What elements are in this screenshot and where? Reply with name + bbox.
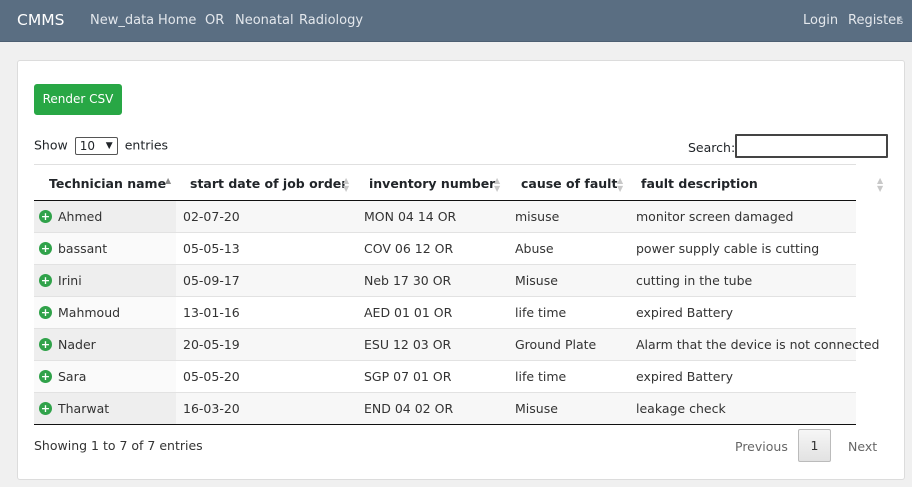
- table-cell: 05-05-20: [183, 369, 240, 384]
- table-cell: cutting in the tube: [636, 273, 753, 288]
- table-info: Showing 1 to 7 of 7 entries: [34, 438, 203, 453]
- column-header-label: start date of job order: [190, 176, 348, 191]
- table-cell: + Sara: [34, 361, 176, 392]
- table-cell: AED 01 01 OR: [364, 305, 453, 320]
- page-1-button[interactable]: 1: [798, 429, 831, 462]
- table-cell: life time: [515, 305, 567, 320]
- table-cell: COV 06 12 OR: [364, 241, 454, 256]
- table-row[interactable]: + bassant 05-05-13 COV 06 12 OR Abuse power s…: [34, 233, 856, 265]
- table-cell: life time: [515, 369, 567, 384]
- table-row[interactable]: + Sara 05-05-20 SGP 07 01 OR life time expire…: [34, 361, 856, 393]
- table-cell: Misuse: [515, 401, 558, 416]
- render-csv-button[interactable]: Render CSV: [34, 84, 122, 115]
- table-row[interactable]: + Tharwat 16-03-20 END 04 02 OR Misuse leakag…: [34, 393, 856, 425]
- brand-link[interactable]: CMMS: [17, 11, 64, 29]
- sort-both-icon: ▲ ▼: [494, 176, 501, 193]
- table-header: Technician name ▲ start date of job orde…: [34, 164, 883, 201]
- truncated-nav-text: s: [898, 16, 904, 27]
- entries-per-page-select[interactable]: 10 ▼: [74, 137, 118, 155]
- chevron-down-icon: ▼: [105, 141, 113, 151]
- expand-row-icon[interactable]: +: [39, 370, 52, 383]
- table-cell: 13-01-16: [183, 305, 240, 320]
- search-label: Search:: [688, 140, 736, 155]
- table-row[interactable]: + Mahmoud 13-01-16 AED 01 01 OR life time exp…: [34, 297, 856, 329]
- data-table: Technician name ▲ start date of job orde…: [34, 164, 883, 425]
- table-cell: 05-05-13: [183, 241, 240, 256]
- column-header-technician[interactable]: Technician name: [49, 165, 166, 201]
- table-body: + Ahmed 02-07-20 MON 04 14 OR misuse monitor …: [34, 201, 880, 425]
- search-input[interactable]: [735, 134, 888, 158]
- table-cell: 16-03-20: [183, 401, 240, 416]
- technician-name: Mahmoud: [58, 305, 121, 320]
- table-cell: + Irini: [34, 265, 176, 296]
- table-cell: ESU 12 03 OR: [364, 337, 452, 352]
- column-header-cause-of-fault[interactable]: cause of fault: [521, 165, 617, 201]
- column-header-inventory-number[interactable]: inventory number: [369, 165, 495, 201]
- expand-row-icon[interactable]: +: [39, 274, 52, 287]
- column-header-label: fault description: [641, 176, 758, 191]
- table-cell: Alarm that the device is not connected: [636, 337, 880, 352]
- technician-name: Ahmed: [58, 209, 103, 224]
- technician-name: bassant: [58, 241, 108, 256]
- sort-both-icon: ▲ ▼: [877, 176, 884, 193]
- column-header-label: Technician name: [49, 176, 167, 191]
- entries-per-page-value: 10: [79, 139, 95, 153]
- length-show-label: Show: [34, 137, 68, 153]
- sort-ascending-icon: ▲: [165, 176, 172, 185]
- expand-row-icon[interactable]: +: [39, 242, 52, 255]
- length-menu: Show 10 ▼ entries: [34, 137, 168, 155]
- table-cell: Ground Plate: [515, 337, 597, 352]
- nav-link-radiology[interactable]: Radiology: [299, 13, 363, 28]
- table-cell: misuse: [515, 209, 560, 224]
- table-cell: 02-07-20: [183, 209, 240, 224]
- expand-row-icon[interactable]: +: [39, 338, 52, 351]
- table-row[interactable]: + Nader 20-05-19 ESU 12 03 OR Ground Plate Al…: [34, 329, 880, 361]
- technician-name: Irini: [58, 273, 82, 288]
- table-cell: + bassant: [34, 233, 176, 264]
- table-cell: SGP 07 01 OR: [364, 369, 452, 384]
- expand-row-icon[interactable]: +: [39, 306, 52, 319]
- nav-link-neonatal[interactable]: Neonatal: [235, 13, 294, 28]
- table-cell: + Mahmoud: [34, 297, 176, 328]
- table-cell: power supply cable is cutting: [636, 241, 820, 256]
- column-header-start-date[interactable]: start date of job order: [190, 165, 347, 201]
- technician-name: Sara: [58, 369, 87, 384]
- nav-link-home[interactable]: Home: [158, 13, 196, 28]
- sort-both-icon: ▲ ▼: [343, 176, 350, 193]
- table-cell: monitor screen damaged: [636, 209, 794, 224]
- table-cell: expired Battery: [636, 369, 734, 384]
- nav-link-or[interactable]: OR: [205, 13, 224, 28]
- table-cell: Abuse: [515, 241, 554, 256]
- next-page-button[interactable]: Next: [848, 439, 877, 454]
- navbar: CMMS New_data Home OR Neonatal Radiology…: [0, 0, 912, 42]
- sort-both-icon: ▲ ▼: [617, 176, 624, 193]
- table-cell: 05-09-17: [183, 273, 240, 288]
- table-row[interactable]: + Irini 05-09-17 Neb 17 30 OR Misuse cutting …: [34, 265, 856, 297]
- table-cell: expired Battery: [636, 305, 734, 320]
- length-entries-label: entries: [124, 137, 169, 153]
- column-header-fault-description[interactable]: fault description: [641, 165, 758, 201]
- technician-name: Nader: [58, 337, 96, 352]
- table-cell: Neb 17 30 OR: [364, 273, 452, 288]
- register-link[interactable]: Register: [848, 13, 902, 28]
- content-card: Render CSV Show 10 ▼ entries Search: Tec…: [17, 60, 905, 480]
- table-cell: END 04 02 OR: [364, 401, 454, 416]
- previous-page-button[interactable]: Previous: [735, 439, 788, 454]
- expand-row-icon[interactable]: +: [39, 402, 52, 415]
- table-cell: Misuse: [515, 273, 558, 288]
- table-row[interactable]: + Ahmed 02-07-20 MON 04 14 OR misuse monitor …: [34, 201, 856, 233]
- table-cell: + Tharwat: [34, 393, 176, 424]
- nav-link-new-data[interactable]: New_data: [90, 13, 154, 28]
- table-cell: + Nader: [34, 329, 176, 360]
- expand-row-icon[interactable]: +: [39, 210, 52, 223]
- table-cell: leakage check: [636, 401, 726, 416]
- login-link[interactable]: Login: [803, 13, 838, 28]
- table-cell: MON 04 14 OR: [364, 209, 457, 224]
- table-cell: + Ahmed: [34, 201, 176, 232]
- technician-name: Tharwat: [58, 401, 110, 416]
- table-cell: 20-05-19: [183, 337, 240, 352]
- column-header-label: inventory number: [369, 176, 496, 191]
- column-header-label: cause of fault: [521, 176, 618, 191]
